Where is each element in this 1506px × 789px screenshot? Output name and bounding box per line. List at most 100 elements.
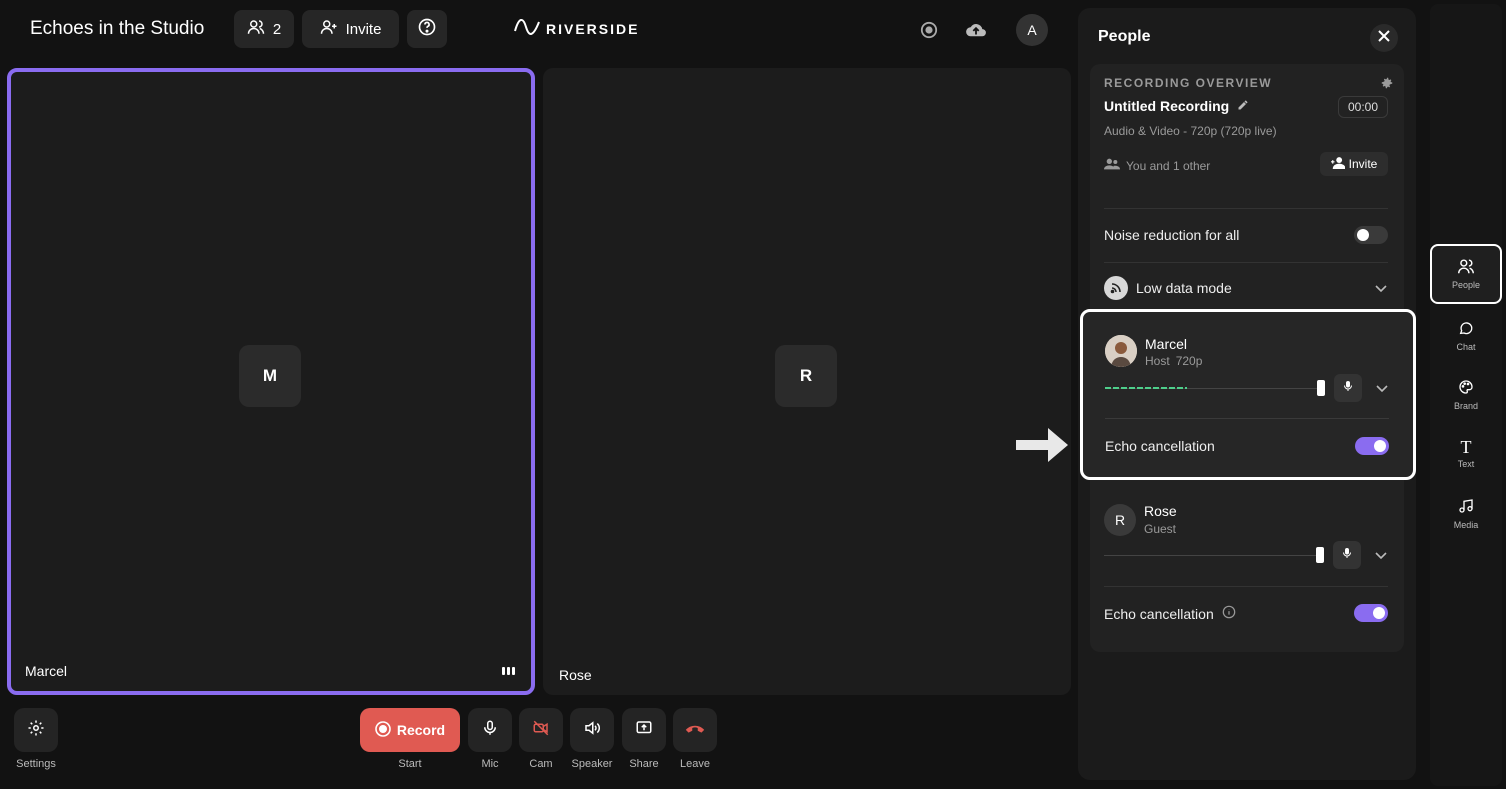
low-data-icon — [1104, 276, 1128, 300]
participants-button[interactable]: 2 — [234, 10, 294, 48]
video-tile-marcel[interactable]: M Marcel — [7, 68, 535, 695]
close-icon — [1378, 29, 1390, 47]
recording-timer: 00:00 — [1338, 96, 1388, 118]
rail-label: Brand — [1453, 401, 1479, 411]
participant-photo-avatar — [1105, 335, 1137, 367]
record-status-icon[interactable] — [918, 19, 940, 41]
hang-up-icon — [684, 721, 706, 740]
audio-level-icon — [502, 667, 515, 675]
help-button[interactable] — [407, 10, 447, 48]
rail-label: Media — [1453, 520, 1479, 530]
cam-button[interactable] — [519, 708, 563, 752]
upload-cloud-icon[interactable] — [965, 19, 987, 41]
noise-reduction-toggle[interactable] — [1354, 226, 1388, 244]
participant-mic-button[interactable] — [1334, 374, 1362, 402]
overview-label: RECORDING OVERVIEW — [1104, 76, 1273, 90]
record-dot-icon — [375, 720, 391, 740]
record-label: Record — [396, 722, 446, 738]
panel-invite-button[interactable]: Invite — [1320, 152, 1388, 176]
participants-summary: You and 1 other — [1104, 158, 1210, 173]
microphone-icon — [1342, 379, 1354, 398]
chevron-down-icon[interactable] — [1374, 282, 1388, 296]
participant-card-marcel: Marcel Host 720p Echo cancellation — [1080, 309, 1416, 480]
palette-icon — [1458, 379, 1474, 397]
low-data-label: Low data mode — [1136, 280, 1232, 296]
side-rail: People Chat Brand T Text Media — [1430, 4, 1502, 786]
text-icon: T — [1460, 437, 1472, 457]
gear-icon — [27, 719, 45, 742]
rail-item-media[interactable]: Media — [1430, 484, 1502, 544]
meeting-title: Echoes in the Studio — [30, 18, 205, 39]
settings-button[interactable] — [14, 708, 58, 752]
echo-cancellation-label: Echo cancellation — [1104, 605, 1214, 622]
tile-initial: M — [239, 345, 301, 407]
leave-button[interactable] — [673, 708, 717, 752]
share-screen-icon — [634, 719, 654, 742]
role-text: Host — [1145, 354, 1170, 368]
chat-bubble-icon — [1458, 320, 1474, 338]
help-icon — [417, 17, 437, 41]
add-person-icon — [320, 18, 338, 40]
echo-cancellation-toggle-marcel[interactable] — [1355, 437, 1389, 455]
tile-name: Rose — [559, 667, 592, 683]
panel-title: People — [1098, 28, 1151, 45]
participant-role: Guest — [1144, 522, 1177, 536]
arrow-right-icon — [1014, 424, 1070, 471]
participant-mic-button[interactable] — [1333, 541, 1361, 569]
video-tile-rose[interactable]: R Rose — [543, 68, 1071, 695]
rail-label: Text — [1457, 459, 1475, 469]
invite-label: Invite — [345, 20, 382, 38]
volume-slider-handle[interactable] — [1317, 380, 1325, 396]
rail-item-brand[interactable]: Brand — [1430, 365, 1502, 425]
volume-slider-track[interactable] — [1104, 555, 1320, 556]
chevron-down-icon[interactable] — [1375, 382, 1389, 396]
logo-text: RIVERSIDE — [546, 20, 640, 37]
invite-button[interactable]: Invite — [302, 10, 399, 48]
share-button[interactable] — [622, 708, 666, 752]
info-icon[interactable] — [1222, 605, 1236, 622]
divider — [1104, 208, 1388, 209]
volume-level-fill — [1105, 387, 1187, 389]
start-label: Start — [398, 758, 422, 770]
participant-name: Marcel — [1145, 336, 1188, 352]
add-person-icon — [1330, 156, 1346, 172]
noise-reduction-label: Noise reduction for all — [1104, 227, 1240, 243]
rail-label: Chat — [1456, 342, 1476, 352]
divider — [1104, 586, 1388, 587]
recording-title[interactable]: Untitled Recording — [1104, 98, 1249, 114]
rail-item-people[interactable]: People — [1430, 244, 1502, 304]
quality-text: 720p — [1175, 354, 1203, 368]
echo-cancellation-label: Echo cancellation — [1105, 438, 1215, 454]
gear-icon[interactable] — [1380, 76, 1394, 95]
rail-item-text[interactable]: T Text — [1430, 424, 1502, 484]
close-panel-button[interactable] — [1370, 24, 1398, 52]
speaker-button[interactable] — [570, 708, 614, 752]
mic-button[interactable] — [468, 708, 512, 752]
wave-logo-icon — [514, 19, 540, 38]
record-button[interactable]: Record — [360, 708, 460, 752]
participant-name: Rose — [1144, 503, 1177, 519]
user-avatar[interactable]: A — [1016, 14, 1048, 46]
invite-label: Invite — [1348, 157, 1378, 171]
pencil-icon[interactable] — [1237, 98, 1249, 114]
leave-label: Leave — [680, 758, 710, 770]
riverside-logo: RIVERSIDE — [514, 19, 639, 38]
people-icon — [1104, 158, 1120, 173]
participants-text: You and 1 other — [1126, 158, 1211, 173]
microphone-icon — [481, 719, 499, 742]
tile-name: Marcel — [25, 663, 68, 679]
rail-item-chat[interactable]: Chat — [1430, 306, 1502, 366]
chevron-down-icon[interactable] — [1374, 549, 1388, 563]
recording-quality: Audio & Video - 720p (720p live) — [1104, 124, 1277, 138]
echo-cancellation-toggle-rose[interactable] — [1354, 604, 1388, 622]
speaker-icon — [582, 719, 602, 742]
speaker-label: Speaker — [571, 758, 613, 770]
people-icon — [247, 18, 265, 40]
volume-slider-handle[interactable] — [1316, 547, 1324, 563]
recording-title-text: Untitled Recording — [1104, 98, 1230, 114]
music-note-icon — [1458, 498, 1474, 516]
rail-label: People — [1451, 280, 1481, 290]
divider — [1105, 418, 1389, 419]
tile-initial: R — [775, 345, 837, 407]
settings-label: Settings — [16, 758, 56, 770]
